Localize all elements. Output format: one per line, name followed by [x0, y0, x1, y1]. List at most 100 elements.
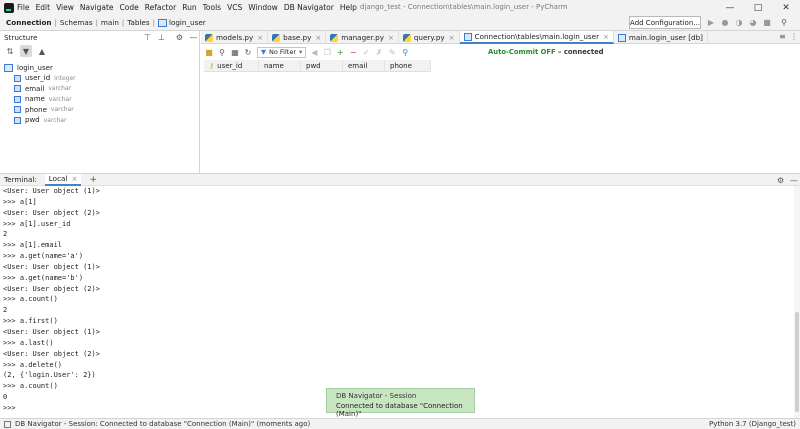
rollback-icon[interactable]: ✗ — [374, 47, 384, 57]
terminal-line: >>> a[1].user_id — [3, 219, 71, 228]
breadcrumb-main[interactable]: main — [101, 18, 119, 27]
add-row-icon[interactable]: + — [335, 47, 345, 57]
python-interpreter[interactable]: Python 3.7 (Django_test) — [709, 420, 796, 428]
notification-title: DB Navigator - Session — [336, 392, 417, 400]
terminal-line: <User: User object (2)> — [3, 208, 100, 217]
pycharm-logo-icon — [4, 2, 14, 13]
scrollbar-thumb[interactable] — [795, 312, 799, 412]
tree-column-name[interactable]: name varchar — [0, 94, 199, 105]
delete-row-icon[interactable]: − — [348, 47, 358, 57]
debug-icon[interactable]: ● — [720, 17, 730, 27]
tree-column-user-id[interactable]: user_id integer — [0, 73, 199, 84]
python-file-icon — [205, 33, 213, 42]
add-configuration-button[interactable]: Add Configuration... — [629, 16, 701, 29]
stop-icon[interactable]: ■ — [762, 17, 772, 27]
menu-navigate[interactable]: Navigate — [80, 3, 114, 12]
filter-dropdown[interactable]: ▼ No Filter ▾ — [257, 46, 307, 58]
more-tabs-icon[interactable]: ⋮ — [790, 32, 798, 41]
tree-column-pwd[interactable]: pwd varchar — [0, 115, 199, 126]
menu-db-navigator[interactable]: DB Navigator — [284, 3, 334, 12]
maximize-icon[interactable]: □ — [744, 0, 772, 15]
column-header-phone[interactable]: phone — [385, 60, 431, 72]
run-icon[interactable]: ▶ — [706, 17, 716, 27]
coverage-icon[interactable]: ◑ — [734, 17, 744, 27]
column-type: integer — [54, 74, 76, 82]
tab-label: models.py — [216, 33, 254, 42]
collapse-all-icon[interactable]: ⊤ — [143, 33, 152, 42]
tab-base-py[interactable]: base.py × — [268, 31, 327, 44]
menu-help[interactable]: Help — [340, 3, 357, 12]
terminal-line: >>> a[1] — [3, 197, 37, 206]
menu-view[interactable]: View — [56, 3, 74, 12]
breadcrumb-tables[interactable]: Tables — [127, 18, 149, 27]
gear-icon[interactable]: ⚙ — [777, 176, 784, 185]
hide-panel-icon[interactable]: — — [790, 176, 798, 185]
menu-code[interactable]: Code — [120, 3, 139, 12]
grid-view-icon[interactable]: ▦ — [230, 47, 240, 57]
tab-manager-py[interactable]: manager.py × — [326, 31, 399, 44]
breadcrumb-login-user[interactable]: login_user — [169, 18, 206, 27]
filter-icon[interactable]: ▼ — [20, 45, 32, 57]
tab-models-py[interactable]: models.py × — [201, 31, 269, 44]
close-icon[interactable]: × — [388, 34, 394, 42]
commit-icon[interactable]: ✓ — [361, 47, 371, 57]
menu-window[interactable]: Window — [248, 3, 278, 12]
sort-icon[interactable]: ⇅ — [4, 45, 16, 57]
tab-list-icon[interactable]: ≡ — [779, 32, 786, 41]
column-header-name[interactable]: name — [259, 60, 301, 72]
terminal-header: Terminal: Local × + ⚙ — — [0, 173, 800, 186]
notification-balloon[interactable]: DB Navigator - Session Connected to data… — [326, 388, 475, 418]
tool-window-icon[interactable] — [4, 420, 11, 428]
menu-edit[interactable]: Edit — [36, 3, 51, 12]
breadcrumb-connection[interactable]: Connection — [6, 18, 52, 27]
terminal-tab-local[interactable]: Local × — [44, 173, 82, 186]
tab-login-user-db[interactable]: main.login_user [db] — [614, 31, 708, 44]
terminal-line: >>> a.get(name='a') — [3, 252, 84, 261]
column-header-email[interactable]: email — [343, 60, 385, 72]
close-icon[interactable]: × — [315, 34, 321, 42]
expand-all-icon[interactable]: ⊥ — [157, 33, 166, 42]
prev-icon[interactable]: ◀ — [309, 47, 319, 57]
hide-panel-icon[interactable]: — — [189, 33, 198, 42]
tree-root[interactable]: login_user — [0, 62, 199, 73]
find-icon[interactable]: ⚲ — [400, 47, 410, 57]
edit-icon[interactable]: ✎ — [387, 47, 397, 57]
lock-icon[interactable]: ■ — [204, 47, 214, 57]
tab-login-user-table[interactable]: Connection\tables\main.login_user × — [459, 31, 614, 44]
close-icon[interactable]: × — [449, 34, 455, 42]
terminal-output[interactable]: <User: User object (1)> >>> a[1] <User: Us… — [0, 186, 794, 418]
copy-icon[interactable]: ❐ — [322, 47, 332, 57]
search-icon[interactable]: ⚲ — [779, 17, 789, 27]
gear-icon[interactable]: ⚙ — [175, 33, 184, 42]
column-name: pwd — [25, 116, 40, 125]
pin-icon[interactable]: ▲ — [36, 45, 48, 57]
tab-query-py[interactable]: query.py × — [399, 31, 460, 44]
breadcrumb-schemas[interactable]: Schemas — [60, 18, 93, 27]
minimize-icon[interactable]: — — [716, 0, 744, 15]
column-header-user-id[interactable]: ⚷ user_id — [204, 60, 259, 72]
breadcrumb-separator: | — [95, 18, 98, 27]
tree-column-email[interactable]: email varchar — [0, 84, 199, 95]
close-icon[interactable]: × — [603, 33, 609, 41]
menu-file[interactable]: File — [17, 3, 30, 12]
refresh-icon[interactable]: ↻ — [243, 47, 253, 57]
new-terminal-icon[interactable]: + — [89, 175, 97, 185]
zoom-icon[interactable]: ⚲ — [217, 47, 227, 57]
tab-label: query.py — [413, 33, 445, 42]
python-file-icon — [272, 33, 281, 42]
menu-tools[interactable]: Tools — [203, 3, 221, 12]
column-type: varchar — [43, 116, 67, 124]
close-icon[interactable]: × — [71, 174, 77, 183]
notification-message: Connected to database "Connection (Main)… — [336, 402, 463, 418]
menu-vcs[interactable]: VCS — [227, 3, 242, 12]
autocommit-status: Auto-Commit OFF – connected — [488, 48, 604, 56]
menu-run[interactable]: Run — [182, 3, 196, 12]
menu-refactor[interactable]: Refactor — [145, 3, 176, 12]
close-window-icon[interactable]: ✕ — [772, 0, 800, 15]
column-type: varchar — [48, 95, 72, 103]
column-header-pwd[interactable]: pwd — [301, 60, 343, 72]
tree-column-phone[interactable]: phone varchar — [0, 105, 199, 116]
chevron-down-icon: ▾ — [299, 48, 303, 56]
close-icon[interactable]: × — [257, 34, 263, 42]
profile-icon[interactable]: ◕ — [748, 17, 758, 27]
